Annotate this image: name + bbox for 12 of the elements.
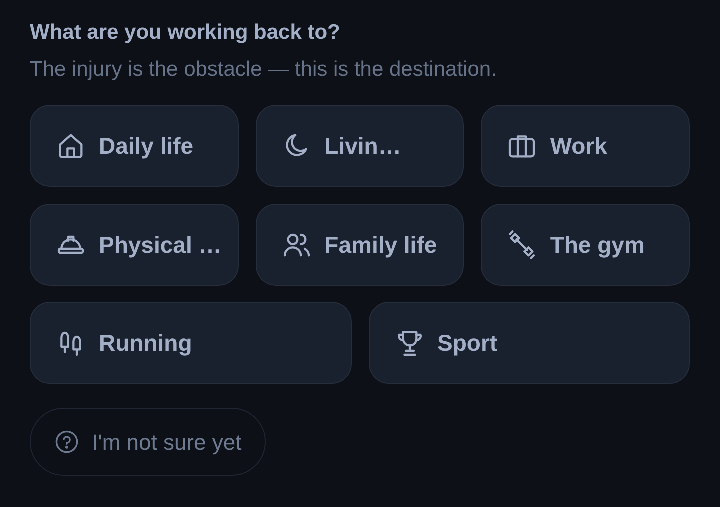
option-button[interactable]: Family life — [256, 204, 464, 286]
option-button[interactable]: Sport — [368, 302, 690, 384]
not-sure-button[interactable]: I'm not sure yet — [30, 408, 266, 476]
question-title: What are you working back to? — [30, 20, 342, 46]
option-button[interactable]: Running — [30, 302, 352, 384]
question-icon — [54, 429, 80, 455]
option-button[interactable]: Livin… — [256, 105, 464, 187]
option-button[interactable]: Work — [481, 105, 690, 187]
option-button[interactable]: Daily life — [30, 105, 239, 187]
option-button[interactable]: The gym — [481, 204, 690, 286]
question-subtitle: The injury is the obstacle — this is the destination. — [30, 57, 498, 83]
option-button[interactable]: Physical … — [30, 204, 239, 286]
